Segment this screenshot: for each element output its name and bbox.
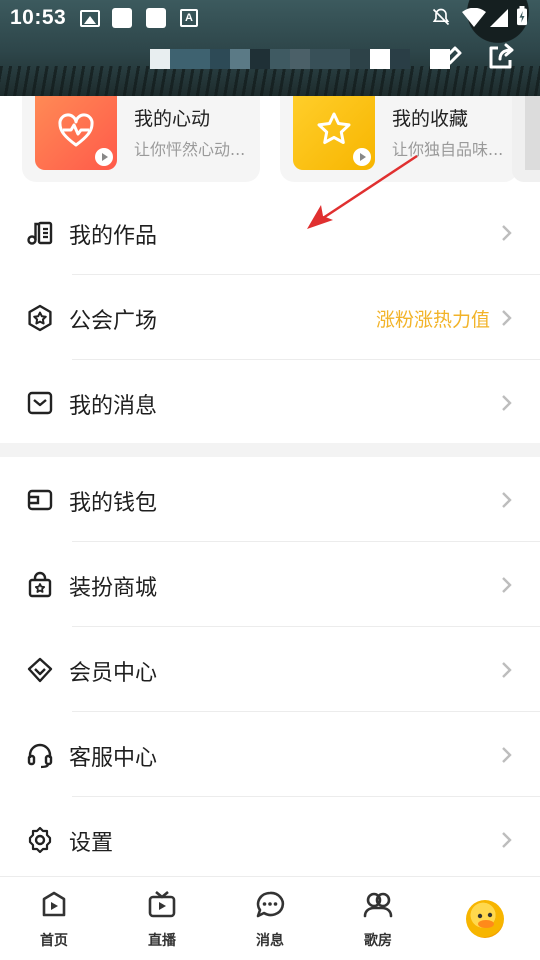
users-icon bbox=[363, 892, 393, 918]
menu-item-label: 设置 bbox=[69, 831, 114, 856]
tab-home[interactable]: 首页 bbox=[0, 877, 108, 960]
gallery-notification-icon bbox=[80, 10, 100, 27]
chevron-right-icon bbox=[502, 310, 512, 326]
keyboard-notification-icon: A bbox=[180, 9, 198, 27]
obscured-username-block bbox=[230, 49, 250, 69]
menu-item-label: 装扮商城 bbox=[69, 576, 158, 601]
menu-item-label: 客服中心 bbox=[69, 746, 158, 771]
chevron-right-icon bbox=[502, 577, 512, 593]
menu-item-label: 会员中心 bbox=[69, 661, 158, 686]
tab-label: 消息 bbox=[256, 933, 284, 949]
menu-group-secondary: 我的钱包 装扮商城 会员中心 客服中心 设置 bbox=[0, 457, 540, 882]
chevron-right-icon bbox=[502, 225, 512, 241]
menu-item-my-works[interactable]: 我的作品 bbox=[0, 190, 540, 275]
star-icon bbox=[317, 112, 351, 144]
menu-item-dressup-mall[interactable]: 装扮商城 bbox=[0, 542, 540, 627]
tv-icon bbox=[148, 891, 176, 918]
menu-group-primary: 我的作品 公会广场 涨粉涨热力值 我的消息 bbox=[0, 190, 540, 445]
card-title: 我的收藏 bbox=[392, 108, 469, 130]
menu-item-settings[interactable]: 设置 bbox=[0, 797, 540, 882]
card-title: 我的心动 bbox=[134, 108, 211, 130]
chat-icon bbox=[256, 891, 285, 918]
edit-icon[interactable] bbox=[432, 40, 466, 74]
music-list-icon bbox=[27, 221, 53, 245]
bottom-tab-bar: 首页 直播 消息 歌房 bbox=[0, 876, 540, 960]
section-separator bbox=[0, 443, 540, 457]
obscured-username-block bbox=[350, 49, 370, 69]
obscured-username-block bbox=[390, 49, 410, 69]
quick-cards: 我的心动 让你怦然心动... 我的收藏 让你独自品味... bbox=[22, 96, 540, 182]
chevron-right-icon bbox=[502, 395, 512, 411]
annotation-arrow bbox=[307, 154, 418, 229]
home-play-icon bbox=[42, 891, 66, 917]
menu-item-customer-service[interactable]: 客服中心 bbox=[0, 712, 540, 797]
obscured-username-block bbox=[250, 49, 270, 69]
notification-icon bbox=[146, 8, 166, 28]
menu-item-label: 我的钱包 bbox=[69, 491, 158, 516]
chevron-right-icon bbox=[502, 662, 512, 678]
signal-icon bbox=[490, 9, 508, 27]
obscured-username-block bbox=[210, 49, 230, 69]
duck-avatar-icon bbox=[477, 912, 494, 928]
share-icon[interactable] bbox=[484, 40, 518, 74]
obscured-username-block bbox=[370, 49, 390, 69]
tab-label: 首页 bbox=[40, 933, 68, 949]
play-icon[interactable] bbox=[95, 148, 113, 166]
wifi-icon bbox=[462, 8, 486, 27]
tab-song-room[interactable]: 歌房 bbox=[324, 877, 432, 960]
menu-item-label: 公会广场 bbox=[69, 309, 158, 334]
menu-item-label: 我的消息 bbox=[69, 394, 158, 419]
notification-icon bbox=[112, 8, 132, 28]
status-time: 10:53 bbox=[10, 6, 67, 29]
obscured-username-block bbox=[270, 49, 290, 69]
obscured-username-block bbox=[170, 49, 210, 69]
tab-profile-avatar[interactable] bbox=[466, 900, 504, 938]
card-subtitle: 让你怦然心动... bbox=[134, 140, 246, 159]
mail-icon bbox=[27, 391, 53, 415]
heart-pulse-icon bbox=[58, 113, 94, 147]
chevron-right-icon bbox=[502, 492, 512, 508]
gear-icon bbox=[28, 826, 52, 854]
notifications-off-icon bbox=[432, 8, 450, 26]
chevron-right-icon bbox=[502, 747, 512, 763]
tab-label: 歌房 bbox=[364, 933, 392, 949]
vip-diamond-icon bbox=[27, 657, 53, 683]
tab-messages[interactable]: 消息 bbox=[216, 877, 324, 960]
card-my-likes[interactable]: 我的心动 让你怦然心动... bbox=[22, 96, 260, 182]
tab-label: 直播 bbox=[148, 933, 176, 949]
menu-item-wallet[interactable]: 我的钱包 bbox=[0, 457, 540, 542]
shop-bag-icon bbox=[28, 571, 52, 598]
wallet-icon bbox=[27, 489, 53, 511]
menu-item-guild-plaza[interactable]: 公会广场 涨粉涨热力值 bbox=[0, 275, 540, 360]
guild-hexagon-icon bbox=[28, 304, 52, 332]
obscured-username-block bbox=[310, 49, 350, 69]
headset-icon bbox=[27, 743, 53, 769]
obscured-username-block bbox=[290, 49, 310, 69]
menu-item-vip-center[interactable]: 会员中心 bbox=[0, 627, 540, 712]
battery-icon bbox=[517, 6, 527, 26]
card-partial-next[interactable] bbox=[512, 96, 540, 182]
card-thumbnail bbox=[35, 96, 117, 170]
menu-item-my-messages[interactable]: 我的消息 bbox=[0, 360, 540, 445]
menu-item-label: 我的作品 bbox=[69, 224, 158, 249]
tab-live[interactable]: 直播 bbox=[108, 877, 216, 960]
obscured-username-block bbox=[150, 49, 170, 69]
guild-promo-text: 涨粉涨热力值 bbox=[375, 309, 490, 331]
chevron-right-icon bbox=[502, 832, 512, 848]
